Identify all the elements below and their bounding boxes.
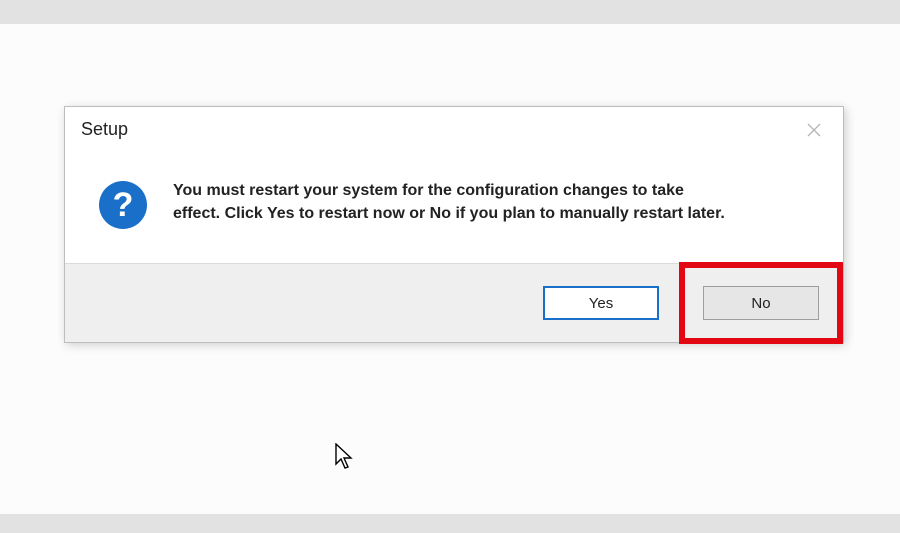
titlebar: Setup [65, 107, 843, 155]
question-glyph: ? [113, 188, 134, 222]
no-button[interactable]: No [703, 286, 819, 320]
close-icon[interactable] [803, 119, 825, 141]
yes-button[interactable]: Yes [543, 286, 659, 320]
background-bottom-strip [0, 514, 900, 533]
dialog-title: Setup [81, 119, 827, 140]
question-icon: ? [99, 181, 147, 229]
setup-dialog: Setup ? You must restart your system for… [64, 106, 844, 343]
background-top-strip [0, 0, 900, 24]
button-row: Yes No [65, 263, 843, 342]
no-button-wrapper: No [703, 286, 819, 320]
dialog-message: You must restart your system for the con… [173, 179, 733, 229]
dialog-content: ? You must restart your system for the c… [65, 155, 843, 263]
